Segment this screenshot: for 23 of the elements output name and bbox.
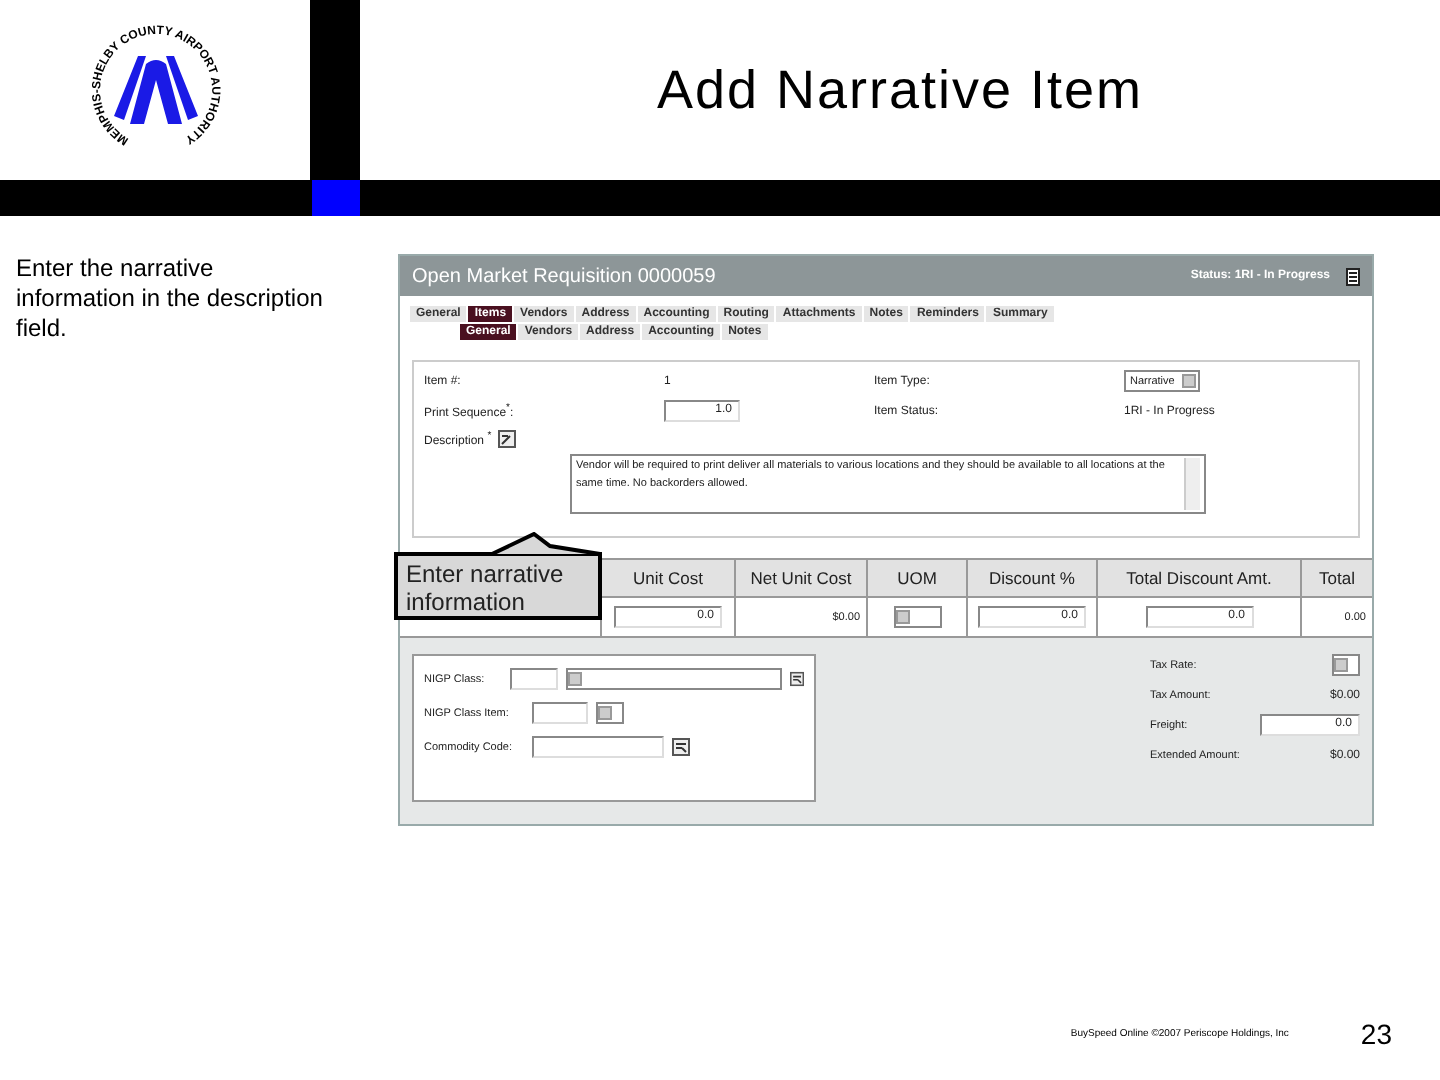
window-title: Open Market Requisition 0000059 — [412, 265, 716, 287]
column-header: Net Unit Cost — [734, 560, 866, 598]
slide-title: Add Narrative Item — [656, 59, 1144, 121]
column-header: Total Discount Amt. — [1096, 560, 1300, 598]
column-header: UOM — [866, 560, 966, 598]
lookup-icon — [672, 738, 690, 756]
dropdown[interactable] — [565, 668, 782, 690]
input-field[interactable] — [532, 702, 588, 724]
lookup-icon — [789, 670, 804, 688]
instruction-text: Enter the narrative information in the description field. — [16, 254, 325, 346]
column-header: Discount % — [966, 560, 1096, 598]
dropdown[interactable] — [1332, 654, 1360, 676]
edit-icon — [497, 430, 516, 448]
dropdown[interactable] — [893, 606, 941, 628]
document-icon — [1346, 267, 1360, 285]
dropdown[interactable] — [596, 702, 624, 724]
scrollbar — [1184, 458, 1200, 510]
column-header: Unit Cost — [600, 560, 734, 598]
input-field[interactable] — [532, 736, 664, 758]
page-number: 23 — [1360, 1018, 1392, 1050]
column-header: Total — [1300, 560, 1372, 598]
input-field[interactable] — [510, 668, 558, 690]
accent-square — [312, 180, 360, 216]
